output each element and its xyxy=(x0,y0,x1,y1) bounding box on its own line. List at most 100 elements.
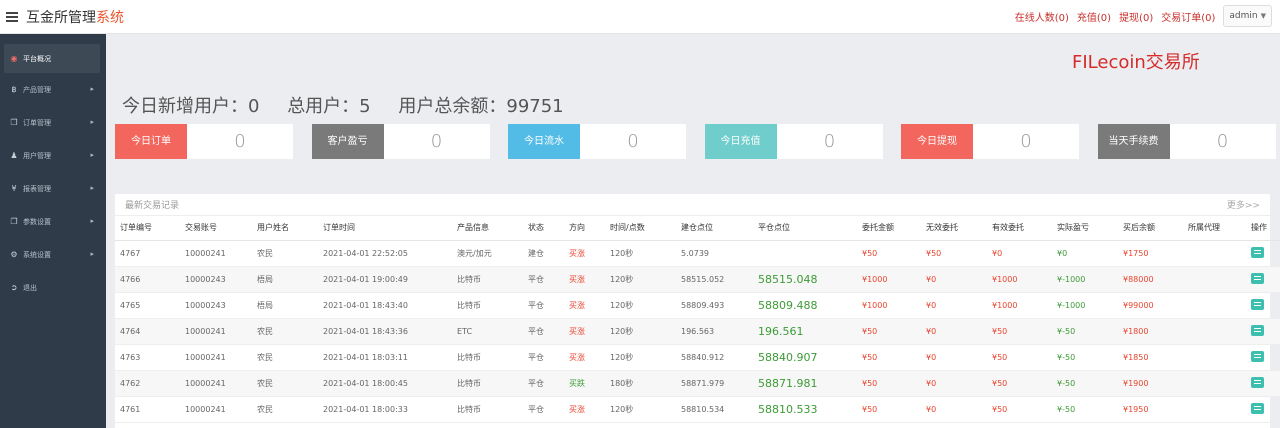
table-cell: 比特币 xyxy=(452,396,523,423)
stat-card-label-line: 手续费 xyxy=(1128,135,1159,147)
table-cell: ¥0 xyxy=(921,396,987,423)
chevron-right-icon: ▸ xyxy=(90,85,94,93)
sidebar-item-3[interactable]: ♟ 用户管理 ▸ xyxy=(0,139,106,172)
table-cell: 买涨 xyxy=(564,344,605,371)
stat-card-label: 今日 订单 xyxy=(115,124,187,159)
column-header: 产品信息 xyxy=(452,216,523,241)
table-cell xyxy=(1246,240,1280,267)
more-link[interactable]: 更多>> xyxy=(1227,198,1260,211)
stat-card-label-line: 提现 xyxy=(937,135,957,147)
table-cell: 2021-04-01 18:03:11 xyxy=(318,344,452,371)
user-icon: ♟ xyxy=(10,151,18,160)
column-header: 无效委托 xyxy=(921,216,987,241)
table-cell: 120秒 xyxy=(605,396,676,423)
table-cell: ¥0 xyxy=(1052,240,1118,267)
table-cell: 196.561 xyxy=(753,318,857,345)
table-cell: ¥1000 xyxy=(857,292,921,319)
panel-header: 最新交易记录 更多>> xyxy=(115,194,1270,216)
table-cell: 120秒 xyxy=(605,266,676,293)
table-cell: 10000241 xyxy=(180,318,252,345)
table-cell xyxy=(1246,266,1280,293)
table-cell xyxy=(1246,318,1280,345)
recharge-link[interactable]: 充值(0) xyxy=(1077,9,1111,24)
online-users-link[interactable]: 在线人数(0) xyxy=(1015,9,1069,24)
trades-table: 订单编号 交易账号 用户姓名 订单时间 产品信息 状态 方向 时间/点数 建仓点位 平仓点位 委托金… xyxy=(115,216,1280,423)
view-detail-button[interactable] xyxy=(1251,272,1264,284)
table-row: 4763 10000241 农民 2021-04-01 18:03:11 比特币 平仓 买涨… xyxy=(115,344,1280,371)
table-cell: 4764 xyxy=(115,318,180,345)
withdraw-link[interactable]: 提现(0) xyxy=(1119,9,1153,24)
bitcoin-icon: ฿ xyxy=(11,85,17,94)
table-cell: 建仓 xyxy=(523,240,564,267)
view-detail-button[interactable] xyxy=(1251,246,1264,258)
table-cell: 买涨 xyxy=(564,266,605,293)
table-cell: 农民 xyxy=(252,240,318,267)
trade-orders-link[interactable]: 交易订单(0) xyxy=(1161,9,1215,24)
column-header: 交易账号 xyxy=(180,216,252,241)
table-cell: 买涨 xyxy=(564,292,605,319)
table-cell: 2021-04-01 18:43:36 xyxy=(318,318,452,345)
table-cell: 58871.981 xyxy=(753,370,857,397)
total-balance-stat: 用户总余额：99751 xyxy=(398,96,564,117)
stat-card-label-line: 今日 xyxy=(917,135,937,147)
column-header: 有效委托 xyxy=(987,216,1052,241)
table-cell: ¥1000 xyxy=(987,266,1052,293)
view-detail-button[interactable] xyxy=(1251,324,1264,336)
sidebar-item-6[interactable]: ⚙ 系统设置 ▸ xyxy=(0,238,106,271)
table-cell: ¥50 xyxy=(857,370,921,397)
table-cell: ¥1800 xyxy=(1118,318,1183,345)
sidebar-item-5[interactable]: ❐ 参数设置 ▸ xyxy=(0,205,106,238)
menu-icon[interactable] xyxy=(6,11,18,22)
view-detail-button[interactable] xyxy=(1251,402,1264,414)
column-header: 平仓点位 xyxy=(753,216,857,241)
view-detail-button[interactable] xyxy=(1251,376,1264,388)
table-cell: ¥0 xyxy=(987,240,1052,267)
table-cell: 平仓 xyxy=(523,266,564,293)
stat-card-value: 0 xyxy=(1020,131,1032,152)
table-cell: 120秒 xyxy=(605,318,676,345)
table-cell: 58810.534 xyxy=(676,396,753,423)
sidebar-item-label: 平台概况 xyxy=(23,54,51,63)
stat-card-value: 0 xyxy=(430,131,443,152)
top-header: 互金所管理系统 在线人数(0) 充值(0) 提现(0) 交易订单(0) admi… xyxy=(0,0,1280,34)
column-header: 订单编号 xyxy=(115,216,180,241)
sidebar-item-2[interactable]: ❐ 订单管理 ▸ xyxy=(0,106,106,139)
table-cell: 4765 xyxy=(115,292,180,319)
table-cell: ¥-50 xyxy=(1052,318,1118,345)
table-cell: 180秒 xyxy=(605,370,676,397)
table-cell: ¥50 xyxy=(987,318,1052,345)
table-cell: 58809.493 xyxy=(676,292,753,319)
table-cell: ¥88000 xyxy=(1118,266,1183,293)
sidebar-item-4[interactable]: ¥ 报表管理 ▸ xyxy=(0,172,106,205)
sidebar-item-0[interactable]: ◉ 平台概况 xyxy=(4,44,100,73)
stat-card: 今日 订单 0 xyxy=(115,124,293,159)
view-detail-button[interactable] xyxy=(1251,298,1264,310)
table-cell: ¥50 xyxy=(857,240,921,267)
sidebar: ◉ 平台概况 ฿ 产品管理 ▸ ❐ 订单管理 ▸ ♟ 用户管理 ▸ ¥ 报表管理 ▸ ❐ 参数设置 ▸ ⚙ 系统设置… xyxy=(0,34,106,428)
chevron-right-icon: ▸ xyxy=(90,217,94,225)
user-name: admin xyxy=(1229,11,1258,21)
table-cell: 4762 xyxy=(115,370,180,397)
table-cell: ¥50 xyxy=(987,396,1052,423)
table-cell: 农民 xyxy=(252,396,318,423)
stat-card: 客户 盈亏 0 xyxy=(311,124,490,159)
stat-card: 今日 提现 0 xyxy=(901,124,1079,159)
table-cell: ¥0 xyxy=(921,370,987,397)
table-cell: 平仓 xyxy=(523,318,564,345)
user-menu-button[interactable]: admin ▼ xyxy=(1223,5,1272,27)
stat-card-label: 今日 流水 xyxy=(508,124,580,159)
copy-icon: ❐ xyxy=(10,217,18,226)
table-cell: ¥-50 xyxy=(1052,396,1118,423)
view-detail-button[interactable] xyxy=(1251,350,1264,362)
table-cell: 平仓 xyxy=(523,396,564,423)
sidebar-item-7[interactable]: ➲ 退出 xyxy=(0,271,106,304)
stat-card: 今日 流水 0 xyxy=(508,124,686,159)
top-links: 在线人数(0) 充值(0) 提现(0) 交易订单(0) admin ▼ xyxy=(1007,5,1272,27)
sidebar-item-label: 产品管理 xyxy=(23,85,51,94)
table-cell: ¥-50 xyxy=(1052,370,1118,397)
table-cell xyxy=(1183,240,1246,267)
table-cell xyxy=(1183,266,1246,293)
sidebar-item-1[interactable]: ฿ 产品管理 ▸ xyxy=(0,73,106,106)
column-header: 所属代理 xyxy=(1183,216,1246,241)
table-cell: 10000241 xyxy=(180,396,252,423)
